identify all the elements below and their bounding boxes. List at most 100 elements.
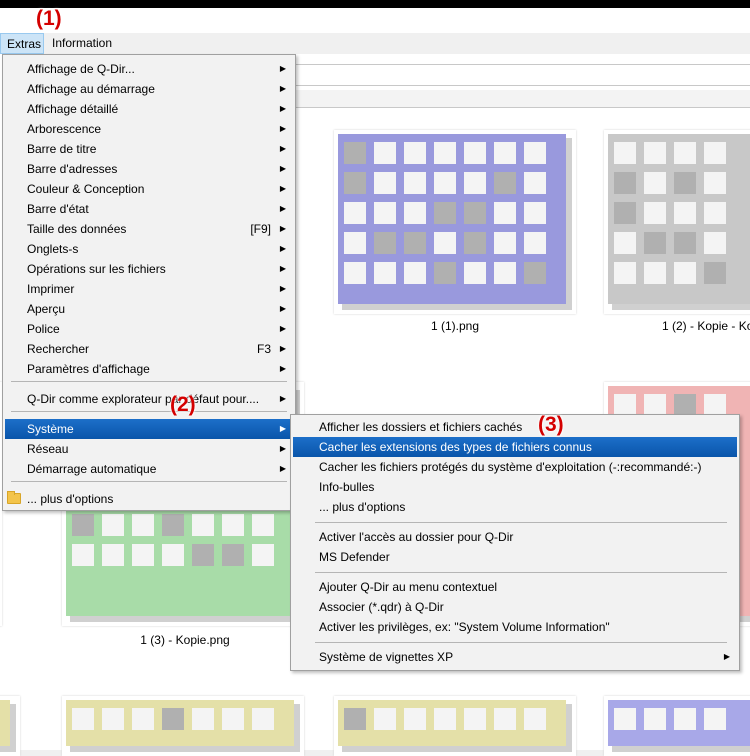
chevron-right-icon: ▶ [279,104,286,113]
chevron-right-icon: ▶ [279,164,286,173]
menu-item-label: Barre de titre [27,142,97,156]
file-thumbnail[interactable] [604,696,750,756]
chevron-right-icon: ▶ [279,64,286,73]
submenu-item-label: Activer les privilèges, ex: "System Volu… [319,620,610,634]
submenu-item-plus-d-options[interactable]: ... plus d'options [293,497,737,517]
image-preview-icon [338,134,572,310]
menu-item-plus-d-options[interactable]: ... plus d'options [5,489,293,509]
menu-item-arborescence[interactable]: Arborescence ▶ [5,119,293,139]
menu-item-d-marrage-automatique[interactable]: Démarrage automatique ▶ [5,459,293,479]
file-name-label: 1 (3) - Kopie.png [140,633,230,647]
menu-item-label: Rechercher [27,342,90,356]
menu-item-aper-u[interactable]: Aperçu ▶ [5,299,293,319]
menu-item-label: Démarrage automatique [27,462,157,476]
marker-2: (2) [170,393,196,416]
menu-item-param-tres-d-affichage[interactable]: Paramètres d'affichage ▶ [5,359,293,379]
menu-item-barre-de-titre[interactable]: Barre de titre ▶ [5,139,293,159]
menu-item-label: Barre d'adresses [27,162,118,176]
marker-3: (3) [538,413,564,436]
submenu-item-ajouter-q-dir-au-menu-contextuel[interactable]: Ajouter Q-Dir au menu contextuel [293,577,737,597]
menu-item-label: Système [27,422,74,436]
menu-item-label: Réseau [27,442,69,456]
menu-extras-label: Extras [7,37,42,51]
chevron-right-icon: ▶ [279,284,286,293]
menu-item-affichage-au-d-marrage[interactable]: Affichage au démarrage ▶ [5,79,293,99]
menu-item-imprimer[interactable]: Imprimer ▶ [5,279,293,299]
submenu-item-label: Cacher les fichiers protégés du système … [319,460,702,474]
menu-item-label: Couleur & Conception [27,182,145,196]
submenu-item-info-bulles[interactable]: Info-bulles [293,477,737,497]
menu-separator [315,572,727,573]
submenu-item-label: MS Defender [319,550,390,564]
submenu-item-label: ... plus d'options [319,500,406,514]
menu-item-taille-des-donn-es[interactable]: Taille des données [F9] ▶ [5,219,293,239]
submenu-item-ms-defender[interactable]: MS Defender [293,547,737,567]
submenu-item-label: Ajouter Q-Dir au menu contextuel [319,580,498,594]
menu-item-affichage-d-taill[interactable]: Affichage détaillé ▶ [5,99,293,119]
submenu-item-cacher-les-extensions-des-types-de-fichi[interactable]: Cacher les extensions des types de fichi… [293,437,737,457]
menu-item-barre-d-adresses[interactable]: Barre d'adresses ▶ [5,159,293,179]
menu-item-rechercher[interactable]: Rechercher F3 ▶ [5,339,293,359]
submenu-item-label: Info-bulles [319,480,375,494]
address-bar[interactable] [294,64,750,86]
image-preview-icon [338,700,572,752]
submenu-item-syst-me-de-vignettes-xp[interactable]: Système de vignettes XP ▶ [293,647,737,667]
menu-item-barre-d-tat[interactable]: Barre d'état ▶ [5,199,293,219]
chevron-right-icon: ▶ [279,424,286,433]
system-submenu: Afficher les dossiers et fichiers cachés… [290,414,740,671]
menu-item-label: Affichage détaillé [27,102,119,116]
menu-item-couleur-conception[interactable]: Couleur & Conception ▶ [5,179,293,199]
menu-item-label: Onglets-s [27,242,79,256]
menubar: Extras Information [0,33,750,54]
submenu-item-activer-l-acc-s-au-dossier-pour-q-dir[interactable]: Activer l'accès au dossier pour Q-Dir [293,527,737,547]
file-thumbnail[interactable] [334,130,576,314]
image-preview-icon [0,700,16,752]
submenu-item-label: Associer (*.qdr) à Q-Dir [319,600,444,614]
menu-item-label: Q-Dir comme explorateur par défaut pour.… [27,392,260,406]
chevron-right-icon: ▶ [279,324,286,333]
menu-item-label: Affichage au démarrage [27,82,155,96]
image-preview-icon [608,700,750,752]
menu-item-label: Police [27,322,60,336]
menu-extras[interactable]: Extras [0,33,44,54]
submenu-item-associer-qdr-q-dir[interactable]: Associer (*.qdr) à Q-Dir [293,597,737,617]
folder-icon [7,491,21,504]
file-thumbnail[interactable] [334,696,576,756]
menu-item-police[interactable]: Police ▶ [5,319,293,339]
submenu-item-cacher-les-fichiers-prot-g-s-du-syst-me-[interactable]: Cacher les fichiers protégés du système … [293,457,737,477]
menu-item-syst-me[interactable]: Système ▶ [5,419,293,439]
menu-item-label: Arborescence [27,122,102,136]
file-name-label: 1 (1).png [430,319,480,333]
menu-item-q-dir-comme-explorateur-par-d-faut-pour[interactable]: Q-Dir comme explorateur par défaut pour.… [5,389,293,409]
file-thumbnail[interactable] [0,696,20,756]
menu-item-label: Taille des données [27,222,127,236]
submenu-item-label: Activer l'accès au dossier pour Q-Dir [319,530,514,544]
menu-item-label: Aperçu [27,302,66,316]
chevron-right-icon: ▶ [279,444,286,453]
menu-item-label: ... plus d'options [27,492,114,506]
submenu-item-label: Afficher les dossiers et fichiers cachés [319,420,523,434]
top-black-strip [0,0,750,8]
menu-separator [315,522,727,523]
image-preview-icon [66,700,300,752]
menu-item-label: Imprimer [27,282,75,296]
menu-item-label: Affichage de Q-Dir... [27,62,135,76]
menu-separator [11,411,287,412]
menu-item-op-rations-sur-les-fichiers[interactable]: Opérations sur les fichiers ▶ [5,259,293,279]
submenu-item-label: Système de vignettes XP [319,650,454,664]
menu-information-label: Information [52,36,113,50]
chevron-right-icon: ▶ [279,204,286,213]
marker-1: (1) [36,7,62,30]
menu-information[interactable]: Information [46,33,118,54]
menu-item-shortcut: [F9] [250,222,271,236]
file-thumbnail[interactable] [604,130,750,314]
submenu-item-activer-les-privil-ges-ex-system-volume-[interactable]: Activer les privilèges, ex: "System Volu… [293,617,737,637]
chevron-right-icon: ▶ [279,394,286,403]
menu-item-r-seau[interactable]: Réseau ▶ [5,439,293,459]
file-thumbnail[interactable] [62,696,304,756]
submenu-item-label: Cacher les extensions des types de fichi… [319,440,592,454]
submenu-item-afficher-les-dossiers-et-fichiers-cach-s[interactable]: Afficher les dossiers et fichiers cachés [293,417,737,437]
menu-item-onglets-s[interactable]: Onglets-s ▶ [5,239,293,259]
menu-item-affichage-de-q-dir[interactable]: Affichage de Q-Dir... ▶ [5,59,293,79]
menu-separator [11,481,287,482]
